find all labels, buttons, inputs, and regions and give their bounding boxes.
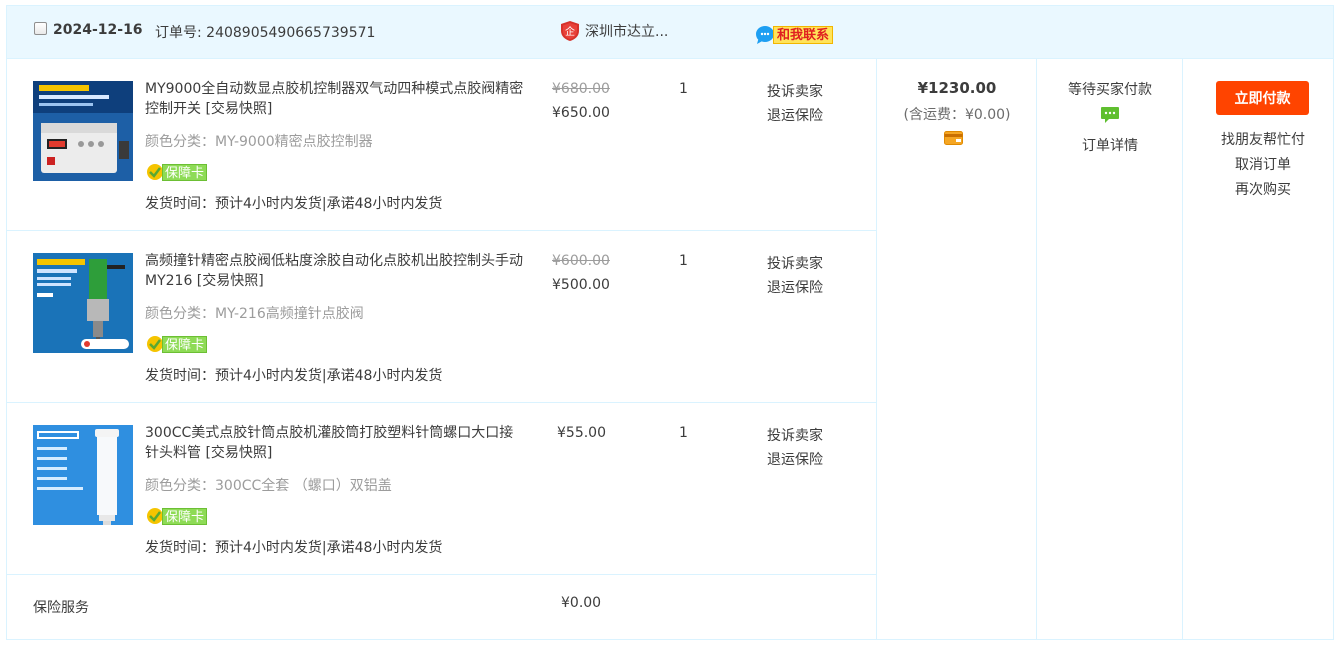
contact-label: 和我联系 (773, 26, 834, 44)
return-insurance-link[interactable]: 退运保险 (767, 105, 823, 125)
insurance-row: 保险服务 ¥0.00 (7, 575, 876, 639)
shipping-time: 发货时间：预计4小时内发货|承诺48小时内发货 (145, 368, 443, 384)
order-number: 订单号: 2408905490665739571 (155, 22, 375, 42)
insurance-price: ¥0.00 (561, 595, 602, 611)
guarantee-label: 保障卡 (162, 163, 208, 181)
order-total-column: ¥1230.00 (含运费：¥0.00) (877, 59, 1037, 639)
shipping-time: 发货时间：预计4小时内发货|承诺48小时内发货 (145, 540, 443, 556)
controller-product-image (33, 81, 133, 181)
product-title[interactable]: 300CC美式点胶针筒点胶机灌胶筒打胶塑料针筒螺口大口接针头料管 [交易快照] (145, 423, 525, 463)
original-price: ¥600.00 (552, 253, 610, 269)
product-list: MY9000全自动数显点胶机控制器双气动四种模式点胶阀精密控制开关 [交易快照]… (7, 59, 877, 639)
order-date: 2024-12-16 (53, 22, 143, 38)
guarantee-badge[interactable]: 保障卡 (145, 161, 208, 183)
product-row: 高频撞针精密点胶阀低粘度涂胶自动化点胶机出胶控制头手动MY216 [交易快照] … (7, 231, 876, 403)
message-icon[interactable] (1100, 106, 1120, 124)
guarantee-label: 保障卡 (162, 507, 208, 525)
product-title[interactable]: 高频撞针精密点胶阀低粘度涂胶自动化点胶机出胶控制头手动MY216 [交易快照] (145, 251, 525, 291)
valve-product-image (33, 253, 133, 353)
order-actions-column: 立即付款 找朋友帮忙付 取消订单 再次购买 (1183, 59, 1333, 639)
buy-again-link[interactable]: 再次购买 (1183, 179, 1334, 199)
complain-seller-link[interactable]: 投诉卖家 (767, 81, 823, 101)
shipping-time: 发货时间：预计4小时内发货|承诺48小时内发货 (145, 196, 443, 212)
shop-name: 深圳市达立... (585, 24, 669, 40)
complain-seller-link[interactable]: 投诉卖家 (767, 253, 823, 273)
guarantee-label: 保障卡 (162, 335, 208, 353)
product-spec: 颜色分类：MY-9000精密点胶控制器 (145, 134, 373, 150)
pay-now-button[interactable]: 立即付款 (1216, 81, 1309, 115)
product-title[interactable]: MY9000全自动数显点胶机控制器双气动四种模式点胶阀精密控制开关 [交易快照] (145, 79, 525, 119)
cancel-order-link[interactable]: 取消订单 (1183, 154, 1334, 174)
shop-shield-icon: 企 (561, 21, 579, 41)
svg-text:企: 企 (565, 25, 575, 38)
chat-bubble-icon (756, 26, 774, 44)
product-thumbnail[interactable] (33, 253, 133, 353)
return-insurance-link[interactable]: 退运保险 (767, 277, 823, 297)
guarantee-badge[interactable]: 保障卡 (145, 505, 208, 527)
order-status: 等待买家付款 (1068, 82, 1152, 98)
guarantee-badge[interactable]: 保障卡 (145, 333, 208, 355)
product-row: MY9000全自动数显点胶机控制器双气动四种模式点胶阀精密控制开关 [交易快照]… (7, 59, 876, 231)
unit-price: ¥650.00 (552, 105, 610, 121)
original-price: ¥680.00 (552, 81, 610, 97)
insurance-label: 保险服务 (33, 600, 89, 616)
order-checkbox[interactable] (34, 22, 47, 35)
quantity: 1 (679, 81, 688, 97)
order-number-value: 2408905490665739571 (206, 25, 376, 41)
order-detail-link[interactable]: 订单详情 (1037, 135, 1183, 155)
order-header: 2024-12-16 订单号: 2408905490665739571 企 深圳… (7, 6, 1333, 59)
quantity: 1 (679, 425, 688, 441)
complain-seller-link[interactable]: 投诉卖家 (767, 425, 823, 445)
unit-price: ¥55.00 (557, 425, 606, 441)
product-spec: 颜色分类：300CC全套 （螺口）双铝盖 (145, 478, 392, 494)
product-spec: 颜色分类：MY-216高频撞针点胶阀 (145, 306, 364, 322)
product-row: 300CC美式点胶针筒点胶机灌胶筒打胶塑料针筒螺口大口接针头料管 [交易快照] … (7, 403, 876, 575)
product-thumbnail[interactable] (33, 425, 133, 525)
order-total-amount: ¥1230.00 (917, 79, 997, 97)
shop-link[interactable]: 企 深圳市达立... (560, 20, 668, 42)
friend-pay-link[interactable]: 找朋友帮忙付 (1183, 129, 1334, 149)
return-insurance-link[interactable]: 退运保险 (767, 449, 823, 469)
payment-card-icon (944, 131, 963, 145)
quantity: 1 (679, 253, 688, 269)
shipping-fee: (含运费：¥0.00) (903, 107, 1011, 123)
product-thumbnail[interactable] (33, 81, 133, 181)
unit-price: ¥500.00 (552, 277, 610, 293)
syringe-product-image (33, 425, 133, 525)
contact-seller-button[interactable]: 和我联系 (755, 24, 834, 46)
order-number-label: 订单号: (155, 25, 202, 41)
order-card: 2024-12-16 订单号: 2408905490665739571 企 深圳… (6, 5, 1334, 640)
order-status-column: 等待买家付款 订单详情 (1037, 59, 1183, 639)
